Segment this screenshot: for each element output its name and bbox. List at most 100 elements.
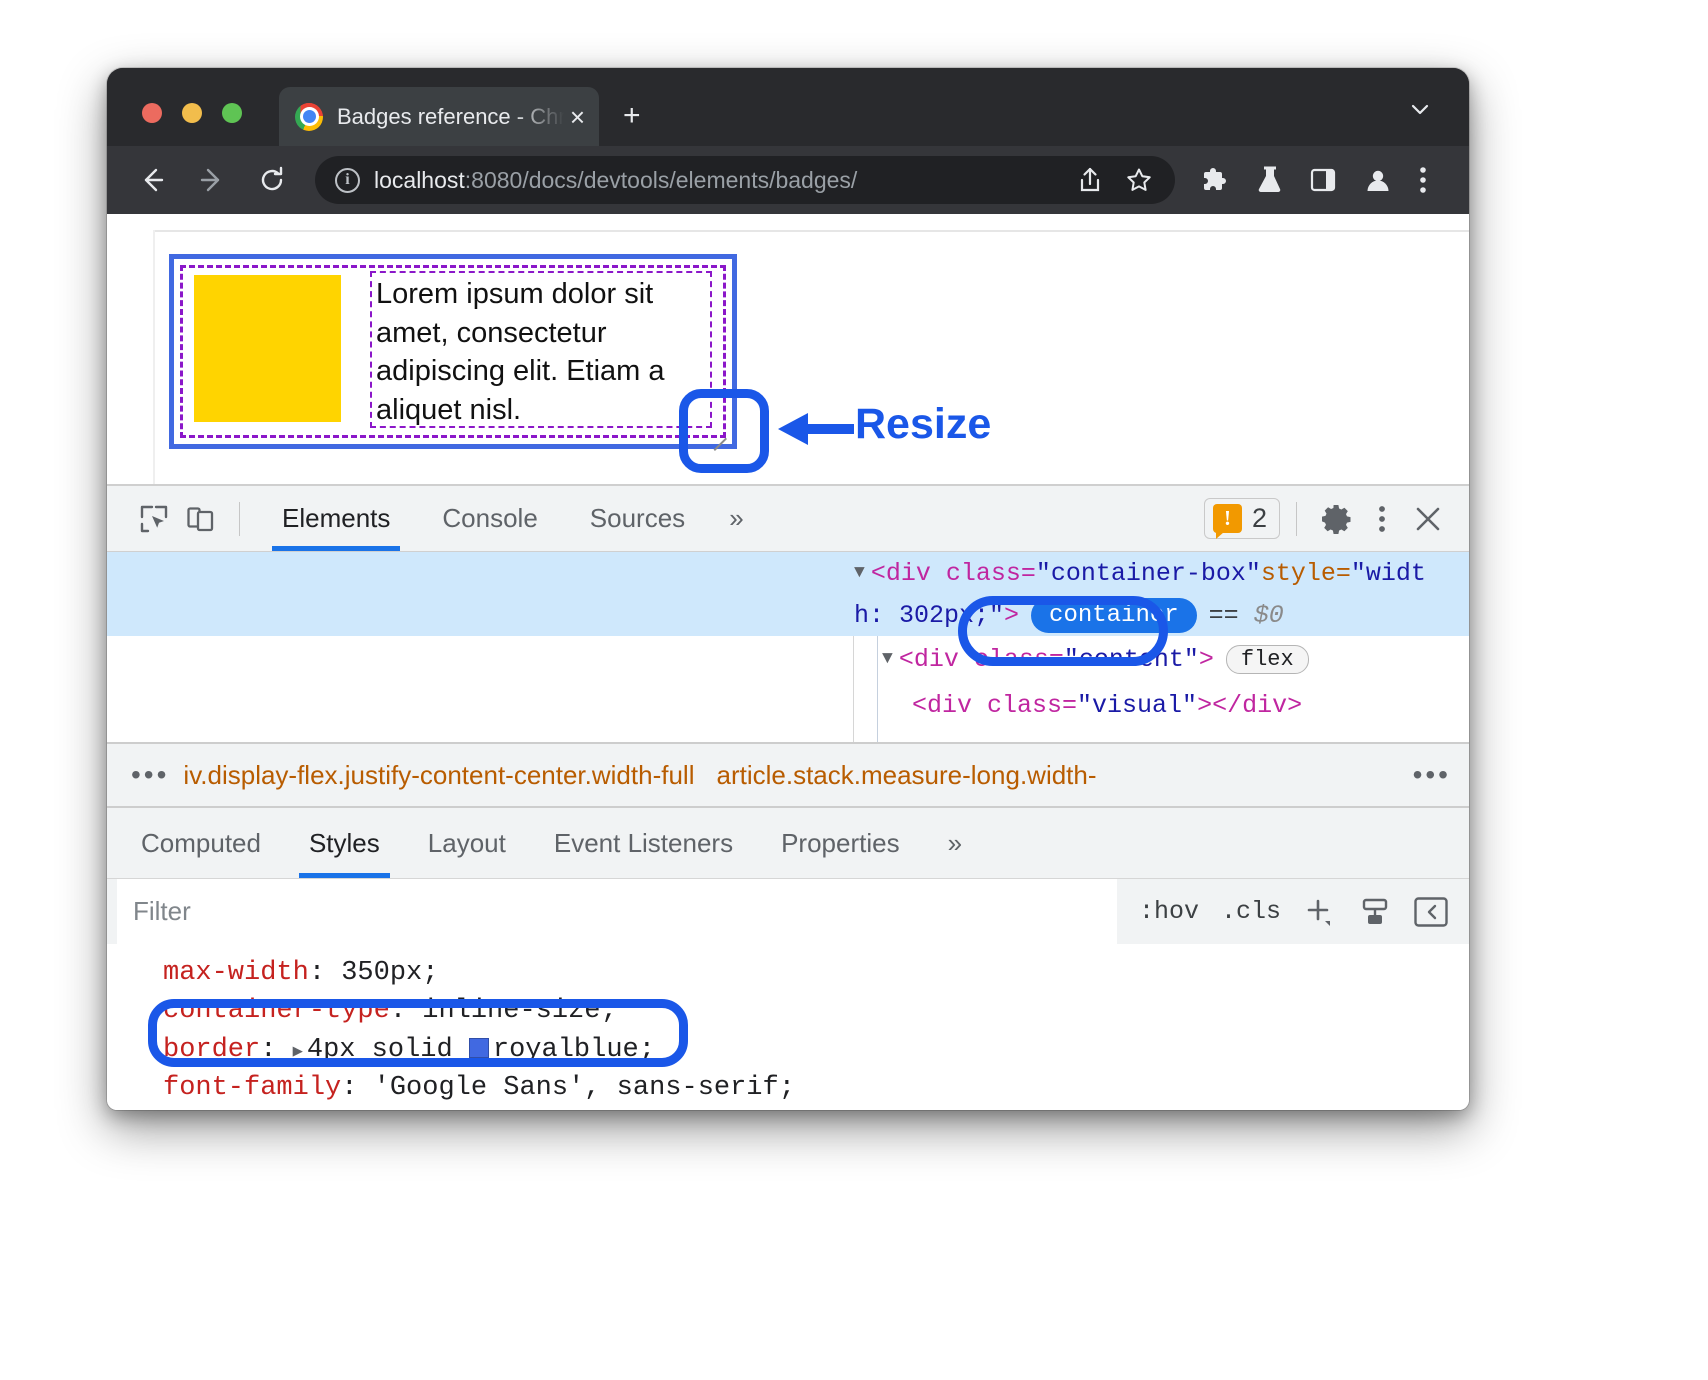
expand-shorthand-triangle-icon[interactable]: ▶ bbox=[293, 1043, 307, 1062]
more-options-icon[interactable] bbox=[1359, 496, 1405, 542]
bookmark-star-icon[interactable] bbox=[1125, 166, 1153, 194]
hov-toggle-button[interactable]: :hov bbox=[1139, 897, 1199, 926]
css-sep-0: : bbox=[309, 958, 341, 988]
url-path: :8080/docs/devtools/elements/badges/ bbox=[465, 167, 858, 193]
screenshot-root: Badges reference - Chrome De × + i local… bbox=[0, 0, 1708, 1380]
css-sep-1: : bbox=[390, 996, 422, 1026]
more-panels-chevron-icon[interactable]: » bbox=[711, 486, 761, 551]
page-left-divider bbox=[153, 230, 155, 484]
back-arrow-icon[interactable] bbox=[129, 157, 175, 203]
browser-window: Badges reference - Chrome De × + i local… bbox=[107, 68, 1469, 1110]
tab-elements-label: Elements bbox=[282, 503, 390, 534]
tab-title: Badges reference - Chrome De bbox=[337, 104, 564, 130]
chevron-down-icon[interactable] bbox=[1409, 98, 1431, 120]
tab-styles[interactable]: Styles bbox=[285, 808, 404, 878]
address-bar[interactable]: i localhost:8080/docs/devtools/elements/… bbox=[315, 156, 1175, 204]
styles-sidebar-tabs: Computed Styles Layout Event Listeners P… bbox=[107, 806, 1469, 878]
css-line-container-type[interactable]: container-type: inline-size; bbox=[107, 992, 1469, 1030]
breadcrumb-left-ellipsis[interactable]: ••• bbox=[107, 759, 183, 791]
minimize-window-button[interactable] bbox=[182, 103, 202, 123]
extension-actions bbox=[1201, 165, 1427, 195]
dom-close-bracket: > bbox=[1004, 601, 1019, 630]
settings-gear-icon[interactable] bbox=[1313, 496, 1359, 542]
dom-row-content[interactable]: ▼ <div class="content">flex bbox=[107, 636, 1469, 682]
visual-yellow-block bbox=[194, 275, 341, 422]
close-devtools-icon[interactable] bbox=[1405, 496, 1451, 542]
issues-error-badge[interactable]: ! 2 bbox=[1204, 498, 1280, 539]
dom-class-value-visual: "visual" bbox=[1077, 691, 1197, 720]
dom-style-value-end: h: 302px;" bbox=[854, 601, 1004, 630]
inspect-element-icon[interactable] bbox=[131, 496, 177, 542]
styles-filter-actions: :hov .cls bbox=[1117, 895, 1469, 929]
tab-event-listeners-label: Event Listeners bbox=[554, 828, 733, 859]
forward-arrow-icon[interactable] bbox=[189, 157, 235, 203]
tab-computed[interactable]: Computed bbox=[117, 808, 285, 878]
more-sidebar-tabs-chevron-icon[interactable]: » bbox=[924, 808, 986, 878]
flex-badge[interactable]: flex bbox=[1226, 645, 1309, 674]
css-semi-3: ; bbox=[779, 1073, 795, 1103]
tab-console-label: Console bbox=[442, 503, 537, 534]
profile-avatar-icon[interactable] bbox=[1363, 165, 1393, 195]
tab-layout-label: Layout bbox=[428, 828, 506, 859]
tab-elements[interactable]: Elements bbox=[256, 486, 416, 551]
css-semi-0: ; bbox=[422, 958, 438, 988]
reload-icon[interactable] bbox=[249, 157, 295, 203]
css-semi-1: ; bbox=[600, 996, 616, 1026]
cls-toggle-button[interactable]: .cls bbox=[1221, 897, 1281, 926]
dom-close-bracket-visual: > bbox=[1197, 691, 1212, 720]
maximize-window-button[interactable] bbox=[222, 103, 242, 123]
css-value-border-b: royalblue; bbox=[493, 1035, 655, 1065]
share-icon[interactable] bbox=[1077, 166, 1103, 194]
tab-properties[interactable]: Properties bbox=[757, 808, 924, 878]
toolbar-divider bbox=[239, 502, 240, 536]
tab-layout[interactable]: Layout bbox=[404, 808, 530, 878]
breadcrumb-item-1[interactable]: article.stack.measure-long.width- bbox=[716, 760, 1118, 791]
device-toolbar-icon[interactable] bbox=[177, 496, 223, 542]
browser-tab[interactable]: Badges reference - Chrome De × bbox=[279, 87, 599, 146]
expand-triangle-icon-content[interactable]: ▼ bbox=[882, 649, 893, 669]
css-line-border[interactable]: border: ▶4px solid royalblue; bbox=[107, 1031, 1469, 1069]
tab-styles-label: Styles bbox=[309, 828, 380, 859]
css-sep-2: : bbox=[260, 1035, 292, 1065]
css-line-font-family[interactable]: font-family: 'Google Sans', sans-serif; bbox=[107, 1069, 1469, 1107]
breadcrumb-right-ellipsis[interactable]: ••• bbox=[1413, 759, 1451, 791]
css-prop-font-family: font-family bbox=[163, 1073, 341, 1103]
breadcrumb-item-0[interactable]: iv.display-flex.justify-content-center.w… bbox=[183, 760, 716, 791]
side-panel-icon[interactable] bbox=[1309, 166, 1337, 194]
css-sep-3: : bbox=[341, 1073, 373, 1103]
css-value-max-width: 350px bbox=[341, 958, 422, 988]
css-line-max-width[interactable]: max-width: 350px; bbox=[107, 954, 1469, 992]
dom-row-container-box-cont[interactable]: h: 302px;">container== $0 bbox=[107, 594, 1469, 636]
new-style-rule-icon[interactable] bbox=[1303, 895, 1337, 929]
dom-class-value: "container-box" bbox=[1036, 559, 1261, 588]
resize-handle[interactable] bbox=[707, 419, 729, 441]
expand-triangle-icon[interactable]: ▼ bbox=[854, 563, 865, 583]
devtools-panel-tabs: Elements Console Sources » bbox=[256, 486, 762, 551]
extensions-puzzle-icon[interactable] bbox=[1201, 165, 1231, 195]
dom-row-visual[interactable]: <div class="visual"></div> bbox=[107, 682, 1469, 728]
container-badge[interactable]: container bbox=[1031, 598, 1197, 633]
more-sidebar-tabs-label: » bbox=[948, 828, 962, 859]
css-value-container-type: inline-size bbox=[422, 996, 600, 1026]
styles-filter-input[interactable]: Filter bbox=[117, 879, 1117, 945]
computed-styles-sidebar-icon[interactable] bbox=[1359, 896, 1391, 928]
css-prop-border: border bbox=[163, 1035, 260, 1065]
tab-console[interactable]: Console bbox=[416, 486, 563, 551]
dom-tag-open-visual: <div class= bbox=[912, 691, 1077, 720]
tab-sources[interactable]: Sources bbox=[564, 486, 711, 551]
three-dot-menu-icon[interactable] bbox=[1419, 165, 1427, 195]
toggle-sidebar-icon[interactable] bbox=[1413, 895, 1449, 929]
tab-event-listeners[interactable]: Event Listeners bbox=[530, 808, 757, 878]
tab-properties-label: Properties bbox=[781, 828, 900, 859]
css-prop-max-width: max-width bbox=[163, 958, 309, 988]
color-swatch[interactable] bbox=[469, 1038, 489, 1058]
browser-toolbar: i localhost:8080/docs/devtools/elements/… bbox=[107, 146, 1469, 214]
new-tab-button[interactable]: + bbox=[623, 101, 641, 131]
tab-strip: Badges reference - Chrome De × + bbox=[107, 68, 1469, 146]
close-tab-icon[interactable]: × bbox=[564, 104, 585, 130]
dom-row-container-box[interactable]: ▼ <div class="container-box" style="widt bbox=[107, 552, 1469, 594]
site-info-icon[interactable]: i bbox=[335, 168, 360, 193]
close-window-button[interactable] bbox=[142, 103, 162, 123]
experiments-flask-icon[interactable] bbox=[1257, 165, 1283, 195]
css-value-font-family: 'Google Sans', sans-serif bbox=[374, 1073, 779, 1103]
